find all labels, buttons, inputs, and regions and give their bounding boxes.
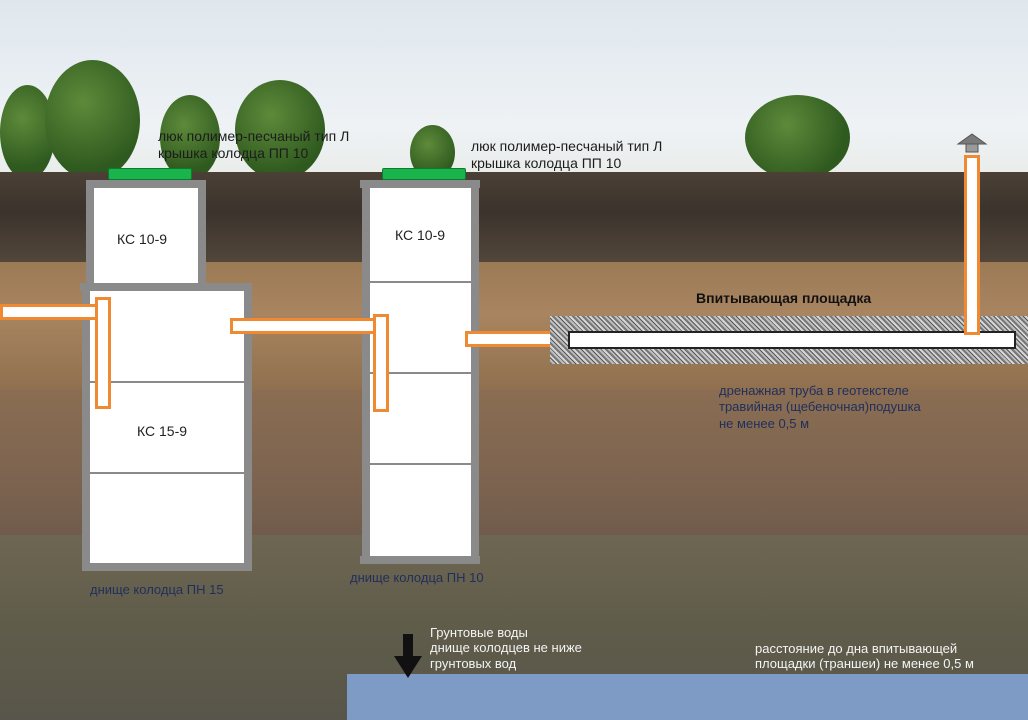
tree	[745, 95, 850, 180]
drainage-note: дренажная труба в геотекстеле травийная …	[719, 383, 921, 431]
well1-hatch	[108, 168, 192, 180]
hatch2-label-line2: крышка колодца ПП 10	[471, 155, 622, 172]
well2-ring-joint	[370, 281, 471, 283]
absorption-area-label: Впитывающая площадка	[696, 290, 872, 306]
well1-tee-pipe	[95, 297, 111, 409]
well1-ring-joint	[90, 472, 244, 474]
vent-cap-icon	[956, 133, 988, 153]
distance-note-line2: площадки (траншеи) не менее 0,5 м	[755, 656, 974, 672]
well1-top-cap	[86, 180, 206, 188]
well1-top-ring-label: КС 10-9	[117, 231, 168, 247]
well1-bottom-slab	[82, 563, 252, 571]
well2-top-cap	[360, 180, 480, 188]
well1-main-ring-label: КС 15-9	[137, 423, 188, 439]
groundwater-note-line1: Грунтовые воды	[430, 625, 528, 640]
well2-top-ring-label: КС 10-9	[395, 227, 446, 243]
hatch2-label-line1: люк полимер-песчаный тип Л	[471, 138, 663, 154]
drainage-note-line2: травийная (щебеночная)подушка	[719, 399, 921, 415]
hatch1-label-line1: люк полимер-песчаный тип Л	[158, 128, 350, 144]
well1-ring-joint	[90, 381, 244, 383]
vent-pipe	[964, 155, 980, 335]
distance-note: расстояние до дна впитывающей площадки (…	[755, 641, 974, 672]
groundwater-note: Грунтовые воды днище колодцев не ниже гр…	[430, 625, 582, 671]
drainage-note-line1: дренажная труба в геотекстеле	[719, 383, 909, 398]
hatch1-label-line2: крышка колодца ПП 10	[158, 145, 309, 162]
arrow-down-icon	[394, 634, 422, 678]
well2-bottom-slab	[360, 556, 480, 564]
hatch2-label: люк полимер-песчаный тип Л крышка колодц…	[471, 138, 663, 172]
drainage-pipe	[568, 331, 1016, 349]
overflow-pipe	[230, 318, 380, 334]
hatch1-label: люк полимер-песчаный тип Л крышка колодц…	[158, 128, 350, 162]
well2-hatch	[382, 168, 466, 180]
drainage-note-line3: не менее 0,5 м	[719, 415, 810, 431]
distance-note-line1: расстояние до дна впитывающей	[755, 641, 958, 656]
well1-cone	[80, 283, 252, 291]
well2-tee-pipe	[373, 314, 389, 412]
groundwater-area	[347, 674, 1028, 720]
well2-bottom-label: днище колодца ПН 10	[350, 570, 484, 585]
well2-ring-joint	[370, 463, 471, 465]
well1-bottom-label: днище колодца ПН 15	[90, 582, 224, 597]
groundwater-note-line2: днище колодцев не ниже	[430, 640, 582, 656]
inlet-pipe	[0, 304, 100, 320]
tree	[45, 60, 140, 180]
groundwater-note-line3: грунтовых вод	[430, 655, 517, 671]
